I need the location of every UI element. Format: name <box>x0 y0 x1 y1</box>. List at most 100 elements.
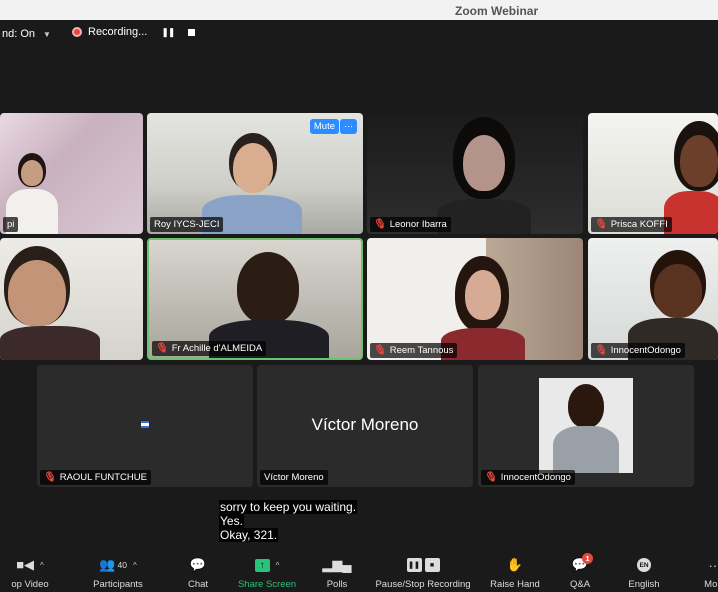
participants-icon: 👥 <box>99 557 116 572</box>
participant-body <box>664 191 718 234</box>
participant-name-tag: 🎙 Prisca KOFFI <box>591 217 672 232</box>
video-tile-unnamed[interactable] <box>0 238 143 360</box>
participant-face <box>463 135 505 191</box>
chevron-up-icon[interactable]: ^ <box>276 561 280 570</box>
participant-name: Roy IYCS-JECI <box>154 219 220 230</box>
video-camera-icon: ■◀ <box>16 557 35 572</box>
globe-language-icon: EN <box>637 558 651 572</box>
video-tile-reem[interactable]: 🎙 Reem Tannous <box>367 238 583 360</box>
participant-name-tag: 🎙 Fr Achille d'ALMEIDA <box>152 341 267 356</box>
video-tile-pi[interactable]: pi <box>0 113 143 234</box>
participant-name: pi <box>7 219 15 230</box>
window-title: Zoom Webinar <box>455 5 539 17</box>
stop-video-button[interactable]: ■◀ ^ op Video <box>0 556 75 590</box>
raise-hand-label: Raise Hand <box>490 579 540 590</box>
sound-label: nd: On <box>2 28 36 40</box>
muted-mic-icon: 🎙 <box>483 470 499 485</box>
participant-face <box>465 270 501 320</box>
muted-mic-icon: 🎙 <box>593 343 609 358</box>
participant-name-tag: 🎙 Reem Tannous <box>370 343 458 358</box>
stop-icon: ■ <box>424 558 440 572</box>
more-label: More <box>704 579 718 590</box>
profile-picture <box>539 378 633 473</box>
participant-name-tag: pi <box>3 217 19 232</box>
participant-body <box>553 426 619 473</box>
participant-name: Fr Achille d'ALMEIDA <box>171 343 263 354</box>
meeting-toolbar: ■◀ ^ op Video 👥 40 ^ Participants 💬 Chat ↑ ^… <box>0 552 718 592</box>
window-titlebar: Zoom Webinar <box>0 0 718 20</box>
participant-head <box>237 252 299 324</box>
recording-label: Recording... <box>88 26 148 38</box>
participant-name-tag: 🎙 Leonor Ibarra <box>370 217 451 232</box>
participant-face <box>21 160 43 186</box>
stop-icon[interactable] <box>188 28 196 36</box>
participant-name: RAOUL FUNTCHUE <box>59 472 147 483</box>
sound-dropdown[interactable]: nd: On ▼ <box>2 28 51 40</box>
participant-head <box>568 384 604 428</box>
bar-chart-icon: ▂▆▄ <box>322 557 352 572</box>
participants-label: Participants <box>93 579 143 590</box>
muted-mic-icon: 🎙 <box>154 341 170 356</box>
chevron-down-icon: ▼ <box>43 29 51 39</box>
hand-icon: ✋ <box>506 557 524 572</box>
muted-mic-icon: 🎙 <box>372 217 388 232</box>
pause-stop-recording-button[interactable]: ❚❚ ■ Pause/Stop Recording <box>375 556 471 590</box>
video-tile-achille[interactable]: 🎙 Fr Achille d'ALMEIDA <box>147 238 363 360</box>
participant-face <box>654 264 702 318</box>
more-dots-icon: ··· <box>708 557 718 573</box>
meeting-topbar: nd: On ▼ Recording... ❚❚ <box>0 20 718 110</box>
participant-name-tag: 🎙 InnocentOdongo <box>591 343 685 358</box>
participant-name: InnocentOdongo <box>500 472 571 483</box>
participant-body <box>0 326 100 360</box>
video-tile-roy[interactable]: Mute ··· Roy IYCS-JECI <box>147 113 363 234</box>
participant-name-tag: Roy IYCS-JECI <box>150 217 224 232</box>
mute-button[interactable]: Mute <box>309 119 339 134</box>
participant-name-tag: 🎙 InnocentOdongo <box>481 470 575 485</box>
muted-mic-icon: 🎙 <box>372 343 388 358</box>
flag-icon <box>141 421 149 428</box>
caption-line: Yes. <box>219 514 244 528</box>
video-tile-victor[interactable]: Víctor Moreno Víctor Moreno <box>257 365 473 487</box>
chevron-up-icon[interactable]: ^ <box>133 561 137 570</box>
share-screen-icon: ↑ <box>254 558 270 572</box>
video-tile-innocent-2[interactable]: 🎙 InnocentOdongo <box>478 365 694 487</box>
caption-line: sorry to keep you waiting. <box>219 500 358 514</box>
recording-control-label: Pause/Stop Recording <box>375 579 471 590</box>
record-icon <box>72 27 82 37</box>
participant-name: Prisca KOFFI <box>610 219 668 230</box>
polls-label: Polls <box>326 579 348 590</box>
participant-face <box>233 143 273 193</box>
participants-button[interactable]: 👥 40 ^ Participants <box>73 556 163 590</box>
participant-name-tag: 🎙 RAOUL FUNTCHUE <box>40 470 151 485</box>
participant-display-name: Víctor Moreno <box>311 415 419 434</box>
notification-badge: 1 <box>582 553 594 564</box>
pause-icon[interactable]: ❚❚ <box>161 27 175 38</box>
chat-icon: 💬 <box>189 557 207 572</box>
participant-name: InnocentOdongo <box>610 345 681 356</box>
participant-name: Víctor Moreno <box>264 472 324 483</box>
more-button[interactable]: ··· More <box>670 556 718 591</box>
recording-indicator: Recording... ❚❚ <box>72 26 196 38</box>
participant-face <box>8 260 66 326</box>
chat-label: Chat <box>187 579 209 590</box>
polls-button[interactable]: ▂▆▄ Polls <box>292 556 382 590</box>
caption-line: Okay, 321. <box>219 528 279 542</box>
participants-count: 40 <box>117 560 127 570</box>
video-tile-raoul[interactable]: 🎙 RAOUL FUNTCHUE <box>37 365 253 487</box>
participant-name: Reem Tannous <box>389 345 454 356</box>
chevron-up-icon[interactable]: ^ <box>40 561 44 570</box>
share-screen-label: Share Screen <box>237 579 297 590</box>
closed-captions: sorry to keep you waiting. Yes. Okay, 32… <box>219 500 358 542</box>
muted-mic-icon: 🎙 <box>42 470 58 485</box>
more-options-button[interactable]: ··· <box>340 119 357 134</box>
muted-mic-icon: 🎙 <box>593 217 609 232</box>
video-tile-innocent-1[interactable]: 🎙 InnocentOdongo <box>588 238 718 360</box>
stop-video-label: op Video <box>11 579 49 590</box>
participant-name-tag: Víctor Moreno <box>260 470 328 485</box>
participant-body <box>437 199 531 234</box>
language-label: English <box>628 579 660 590</box>
video-tile-leonor[interactable]: 🎙 Leonor Ibarra <box>367 113 583 234</box>
participant-face <box>680 135 718 187</box>
video-tile-prisca[interactable]: 🎙 Prisca KOFFI <box>588 113 718 234</box>
pause-icon: ❚❚ <box>406 558 422 572</box>
